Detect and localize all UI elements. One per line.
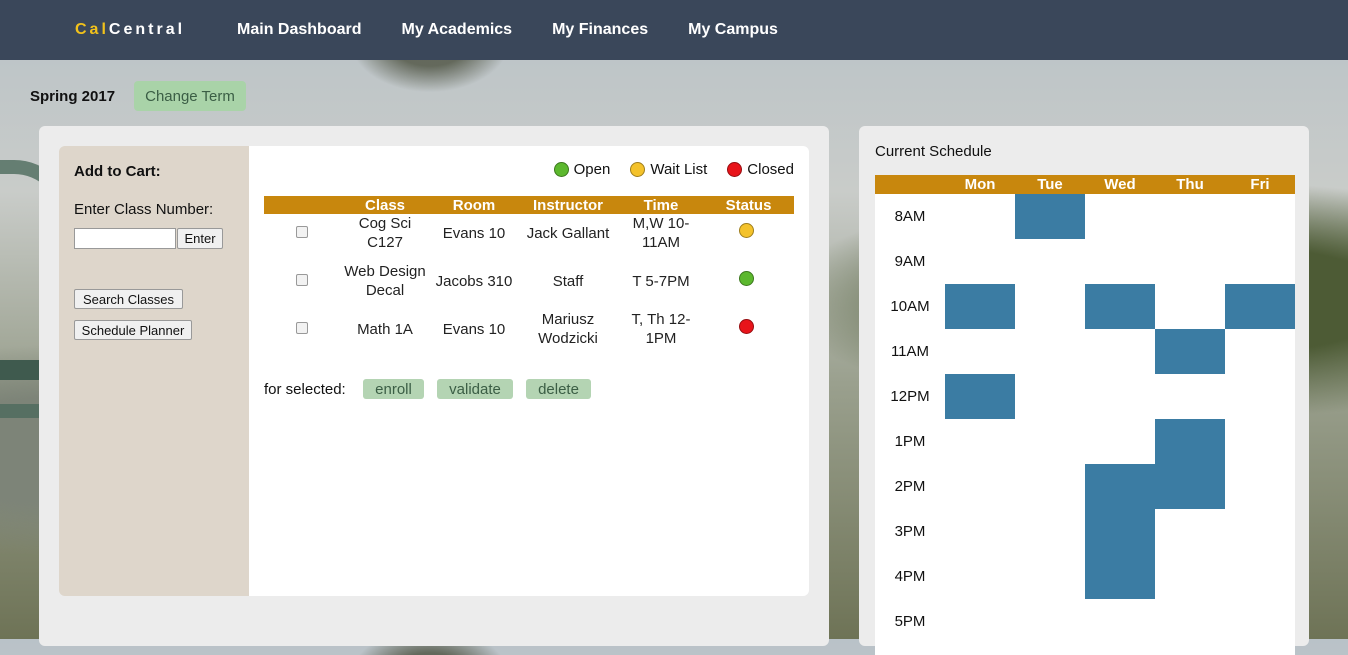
- wait-list-status-icon: [738, 223, 754, 238]
- legend-closed-label: Closed: [747, 161, 794, 178]
- time-cell: T 5-7PM: [632, 272, 690, 290]
- room-cell: Evans 10: [442, 320, 506, 338]
- class-cell: Cog Sci C127: [358, 215, 412, 251]
- schedule-block-wed[interactable]: [1085, 464, 1155, 599]
- time-3pm: 3PM: [894, 523, 926, 540]
- legend-closed: Closed: [727, 161, 794, 178]
- time-1pm: 1PM: [894, 433, 926, 450]
- row-checkbox[interactable]: [295, 225, 308, 238]
- schedule-panel: Current Schedule Mon Tue Wed Thu Fri 8AM…: [859, 126, 1309, 655]
- day-mon: Mon: [964, 176, 996, 193]
- cart-table-header: Class Room Instructor Time Status: [264, 196, 794, 214]
- for-selected-label: for selected:: [264, 381, 346, 398]
- table-row: Web Design Decal Jacobs 310 Staff T 5-7P…: [264, 252, 794, 310]
- time-12pm: 12PM: [890, 388, 930, 405]
- header-class: Class: [339, 196, 431, 214]
- header-time: Time: [619, 196, 703, 214]
- wait-list-dot-icon: [630, 162, 646, 177]
- time-cell: T, Th 12-1PM: [631, 311, 691, 347]
- schedule-block-fri[interactable]: [1225, 284, 1295, 329]
- class-cell: Math 1A: [357, 320, 413, 338]
- change-term-button[interactable]: Change Term: [134, 81, 246, 111]
- legend-wait-list: Wait List: [630, 161, 707, 178]
- search-classes-button[interactable]: Search Classes: [74, 289, 183, 309]
- time-10am: 10AM: [890, 298, 930, 315]
- instructor-cell: Jack Gallant: [526, 224, 610, 242]
- top-navbar: CalCentral Main Dashboard My Academics M…: [0, 0, 1348, 60]
- nav-my-campus[interactable]: My Campus: [688, 21, 778, 39]
- status-cell: [703, 252, 794, 310]
- table-row: Math 1A Evans 10 Mariusz Wodzicki T, Th …: [264, 310, 794, 348]
- legend-wait-list-label: Wait List: [650, 161, 708, 178]
- header-status: Status: [703, 196, 794, 214]
- table-row: Cog Sci C127 Evans 10 Jack Gallant M,W 1…: [264, 214, 794, 252]
- add-to-cart-sidebar: Add to Cart: Enter Class Number: Enter S…: [59, 146, 249, 596]
- nav-my-finances[interactable]: My Finances: [552, 21, 648, 39]
- cart-table: Class Room Instructor Time Status Cog Sc…: [264, 196, 794, 348]
- status-legend: Open Wait List Closed: [534, 161, 794, 178]
- time-5pm: 5PM: [894, 613, 926, 630]
- add-to-cart-title: Add to Cart:: [74, 163, 161, 180]
- time-8am: 8AM: [894, 208, 926, 225]
- class-number-input[interactable]: [74, 228, 176, 249]
- schedule-block-wed[interactable]: [1085, 284, 1155, 329]
- legend-open-label: Open: [573, 161, 611, 178]
- closed-dot-icon: [727, 162, 743, 177]
- logo-cal-text: Cal: [75, 21, 109, 38]
- class-cell: Web Design Decal: [344, 263, 426, 299]
- time-4pm: 4PM: [894, 568, 926, 585]
- cart-panel: Add to Cart: Enter Class Number: Enter S…: [39, 126, 829, 646]
- time-2pm: 2PM: [894, 478, 926, 495]
- enroll-button[interactable]: enroll: [363, 379, 424, 399]
- validate-button[interactable]: validate: [437, 379, 513, 399]
- term-label: Spring 2017: [30, 88, 116, 105]
- delete-button[interactable]: delete: [526, 379, 591, 399]
- open-dot-icon: [553, 162, 569, 177]
- day-tue: Tue: [1037, 176, 1063, 193]
- schedule-block-thu[interactable]: [1155, 419, 1225, 509]
- schedule-grid: Mon Tue Wed Thu Fri 8AM 9AM 10AM 11AM 12…: [875, 175, 1295, 655]
- room-cell: Evans 10: [442, 224, 506, 242]
- status-cell: [703, 214, 794, 252]
- header-select: [264, 196, 339, 214]
- row-select-cell: [264, 252, 339, 310]
- header-instructor: Instructor: [517, 196, 619, 214]
- row-checkbox[interactable]: [295, 273, 308, 286]
- schedule-day-header: Mon Tue Wed Thu Fri: [875, 175, 1295, 194]
- schedule-block-tue[interactable]: [1015, 194, 1085, 239]
- open-status-icon: [738, 271, 754, 286]
- nav-my-academics[interactable]: My Academics: [402, 21, 513, 39]
- logo-central-text: Central: [108, 21, 186, 38]
- row-select-cell: [264, 310, 339, 348]
- instructor-cell: Mariusz Wodzicki: [538, 311, 598, 347]
- schedule-block-thu[interactable]: [1155, 329, 1225, 374]
- nav-main-dashboard[interactable]: Main Dashboard: [237, 21, 361, 39]
- background-gate-detail: [0, 360, 40, 380]
- day-wed: Wed: [1104, 176, 1136, 193]
- status-cell: [703, 310, 794, 348]
- schedule-block-mon[interactable]: [945, 374, 1015, 419]
- calcentral-logo[interactable]: CalCentral: [75, 21, 185, 39]
- row-select-cell: [264, 214, 339, 252]
- enter-button[interactable]: Enter: [177, 228, 223, 249]
- instructor-cell: Staff: [552, 272, 584, 290]
- room-cell: Jacobs 310: [435, 272, 513, 290]
- time-9am: 9AM: [894, 253, 926, 270]
- schedule-planner-button[interactable]: Schedule Planner: [74, 320, 192, 340]
- day-thu: Thu: [1176, 176, 1204, 193]
- time-11am: 11AM: [890, 343, 930, 360]
- schedule-title: Current Schedule: [875, 143, 992, 160]
- legend-open: Open: [553, 161, 611, 178]
- row-checkbox[interactable]: [295, 321, 308, 334]
- header-room: Room: [431, 196, 517, 214]
- time-cell: M,W 10-11AM: [632, 215, 690, 251]
- cart-area: Open Wait List Closed Class Room Instruc…: [249, 146, 809, 596]
- closed-status-icon: [738, 319, 754, 334]
- schedule-block-mon[interactable]: [945, 284, 1015, 329]
- day-fri: Fri: [1250, 176, 1270, 193]
- class-number-label: Enter Class Number:: [74, 201, 214, 218]
